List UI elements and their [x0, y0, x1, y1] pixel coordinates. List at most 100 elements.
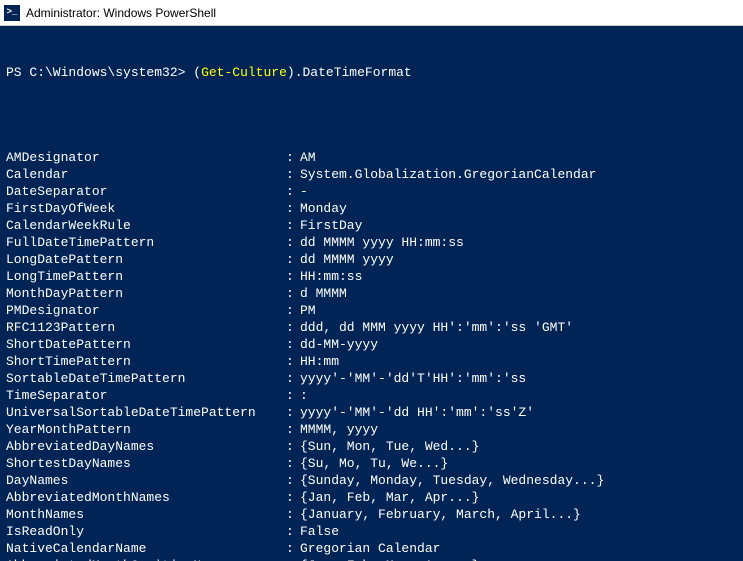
property-value: {Jan, Feb, Mar, Apr...} [300, 489, 479, 506]
property-name: FullDateTimePattern [6, 234, 286, 251]
property-name: DayNames [6, 472, 286, 489]
property-separator: : [286, 285, 300, 302]
property-separator: : [286, 200, 300, 217]
output-row: ShortDatePattern: dd-MM-yyyy [6, 336, 737, 353]
property-separator: : [286, 472, 300, 489]
output-row: NativeCalendarName: Gregorian Calendar [6, 540, 737, 557]
output-row: PMDesignator: PM [6, 302, 737, 319]
property-access: .DateTimeFormat [295, 65, 412, 80]
output-container: AMDesignator: AMCalendar: System.Globali… [6, 149, 737, 561]
output-row: IsReadOnly: False [6, 523, 737, 540]
property-name: CalendarWeekRule [6, 217, 286, 234]
property-separator: : [286, 183, 300, 200]
powershell-icon [4, 5, 20, 21]
property-name: AbbreviatedMonthGenitiveNames [6, 557, 286, 561]
property-name: AbbreviatedMonthNames [6, 489, 286, 506]
output-row: RFC1123Pattern: ddd, dd MMM yyyy HH':'mm… [6, 319, 737, 336]
property-separator: : [286, 523, 300, 540]
property-separator: : [286, 540, 300, 557]
property-name: LongDatePattern [6, 251, 286, 268]
property-value: dd MMMM yyyy HH:mm:ss [300, 234, 464, 251]
property-separator: : [286, 268, 300, 285]
cmdlet-name: Get-Culture [201, 65, 287, 80]
property-name: YearMonthPattern [6, 421, 286, 438]
property-value: PM [300, 302, 316, 319]
output-row: YearMonthPattern: MMMM, yyyy [6, 421, 737, 438]
property-value: Gregorian Calendar [300, 540, 440, 557]
property-name: AbbreviatedDayNames [6, 438, 286, 455]
property-name: LongTimePattern [6, 268, 286, 285]
prompt-line: PS C:\Windows\system32> (Get-Culture).Da… [6, 64, 737, 81]
output-row: FullDateTimePattern: dd MMMM yyyy HH:mm:… [6, 234, 737, 251]
property-value: - [300, 183, 308, 200]
property-name: TimeSeparator [6, 387, 286, 404]
property-value: ddd, dd MMM yyyy HH':'mm':'ss 'GMT' [300, 319, 573, 336]
property-value: yyyy'-'MM'-'dd'T'HH':'mm':'ss [300, 370, 526, 387]
output-row: MonthNames: {January, February, March, A… [6, 506, 737, 523]
property-separator: : [286, 149, 300, 166]
property-name: MonthDayPattern [6, 285, 286, 302]
property-separator: : [286, 234, 300, 251]
prompt-prefix: PS [6, 65, 29, 80]
property-name: ShortTimePattern [6, 353, 286, 370]
output-row: DayNames: {Sunday, Monday, Tuesday, Wedn… [6, 472, 737, 489]
output-row: UniversalSortableDateTimePattern: yyyy'-… [6, 404, 737, 421]
output-row: LongTimePattern: HH:mm:ss [6, 268, 737, 285]
property-separator: : [286, 336, 300, 353]
output-row: AbbreviatedMonthNames: {Jan, Feb, Mar, A… [6, 489, 737, 506]
output-row: LongDatePattern: dd MMMM yyyy [6, 251, 737, 268]
property-separator: : [286, 353, 300, 370]
property-value: MMMM, yyyy [300, 421, 378, 438]
property-value: System.Globalization.GregorianCalendar [300, 166, 596, 183]
property-value: {Sun, Mon, Tue, Wed...} [300, 438, 479, 455]
property-value: d MMMM [300, 285, 347, 302]
property-name: UniversalSortableDateTimePattern [6, 404, 286, 421]
property-separator: : [286, 370, 300, 387]
property-name: ShortDatePattern [6, 336, 286, 353]
property-name: MonthNames [6, 506, 286, 523]
property-value: dd MMMM yyyy [300, 251, 394, 268]
property-separator: : [286, 421, 300, 438]
property-value: FirstDay [300, 217, 362, 234]
output-row: AMDesignator: AM [6, 149, 737, 166]
output-row: TimeSeparator: : [6, 387, 737, 404]
property-name: ShortestDayNames [6, 455, 286, 472]
property-separator: : [286, 506, 300, 523]
property-value: {Su, Mo, Tu, We...} [300, 455, 448, 472]
output-row: CalendarWeekRule: FirstDay [6, 217, 737, 234]
property-value: HH:mm:ss [300, 268, 362, 285]
output-row: SortableDateTimePattern: yyyy'-'MM'-'dd'… [6, 370, 737, 387]
open-paren: ( [193, 65, 201, 80]
property-separator: : [286, 217, 300, 234]
output-row: ShortestDayNames: {Su, Mo, Tu, We...} [6, 455, 737, 472]
close-paren: ) [287, 65, 295, 80]
output-row: Calendar: System.Globalization.Gregorian… [6, 166, 737, 183]
property-name: SortableDateTimePattern [6, 370, 286, 387]
output-row: FirstDayOfWeek: Monday [6, 200, 737, 217]
output-row: MonthDayPattern: d MMMM [6, 285, 737, 302]
window-titlebar[interactable]: Administrator: Windows PowerShell [0, 0, 743, 26]
property-separator: : [286, 251, 300, 268]
prompt-suffix: > [178, 65, 194, 80]
property-separator: : [286, 489, 300, 506]
property-value: False [300, 523, 339, 540]
property-separator: : [286, 319, 300, 336]
property-name: Calendar [6, 166, 286, 183]
property-separator: : [286, 438, 300, 455]
property-value: HH:mm [300, 353, 339, 370]
property-name: AMDesignator [6, 149, 286, 166]
window-title: Administrator: Windows PowerShell [26, 6, 216, 20]
property-value: {Jan, Feb, Mar, Apr...} [300, 557, 479, 561]
property-name: NativeCalendarName [6, 540, 286, 557]
property-value: {January, February, March, April...} [300, 506, 581, 523]
output-row: AbbreviatedDayNames: {Sun, Mon, Tue, Wed… [6, 438, 737, 455]
property-value: : [300, 387, 308, 404]
property-separator: : [286, 455, 300, 472]
terminal-pane[interactable]: PS C:\Windows\system32> (Get-Culture).Da… [0, 26, 743, 561]
property-value: yyyy'-'MM'-'dd HH':'mm':'ss'Z' [300, 404, 534, 421]
property-separator: : [286, 302, 300, 319]
prompt-path: C:\Windows\system32 [29, 65, 177, 80]
property-value: {Sunday, Monday, Tuesday, Wednesday...} [300, 472, 604, 489]
property-separator: : [286, 166, 300, 183]
property-value: AM [300, 149, 316, 166]
